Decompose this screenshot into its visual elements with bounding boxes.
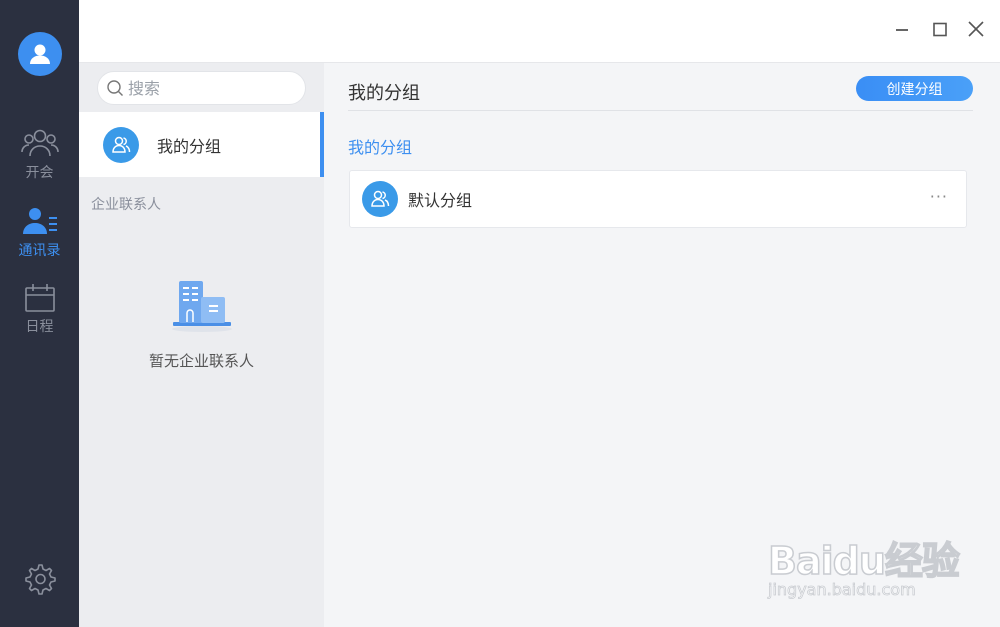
watermark-brand: Baidu经验: [767, 538, 960, 584]
more-options-icon[interactable]: ···: [930, 187, 948, 206]
section-title: 我的分组: [348, 138, 413, 157]
close-button[interactable]: [965, 18, 987, 40]
divider: [348, 110, 973, 111]
contacts-sidebar: 我的分组 企业联系人 暂无企业联系人: [79, 63, 324, 627]
minimize-icon: [896, 29, 908, 31]
nav-item-contacts[interactable]: 通讯录: [0, 205, 79, 260]
user-avatar[interactable]: [18, 32, 62, 76]
group-avatar: [362, 181, 398, 217]
group-avatar: [103, 126, 139, 163]
contacts-icon: [22, 208, 57, 234]
maximize-button[interactable]: [929, 18, 951, 40]
create-group-button[interactable]: 创建分组: [856, 76, 973, 101]
nav-item-contacts-label: 通讯录: [18, 243, 61, 259]
sidebar-item-label: 我的分组: [157, 136, 222, 156]
building-icon: [172, 281, 232, 332]
watermark-url: jingyan.baidu.com: [768, 580, 916, 600]
people-icon: [20, 129, 59, 157]
user-avatar-icon: [30, 44, 50, 64]
sidebar-item-my-groups[interactable]: 我的分组: [79, 112, 324, 177]
nav-rail: 开会 通讯录 日程: [0, 0, 79, 627]
page-title: 我的分组: [348, 83, 420, 104]
nav-item-meeting[interactable]: 开会: [0, 127, 79, 182]
close-icon: [968, 21, 984, 37]
nav-item-schedule[interactable]: 日程: [0, 283, 79, 336]
nav-item-schedule-label: 日程: [25, 319, 54, 335]
settings-button[interactable]: [22, 562, 56, 596]
search-input[interactable]: [128, 78, 298, 98]
maximize-icon: [933, 22, 947, 37]
calendar-icon: [24, 284, 55, 312]
nav-item-meeting-label: 开会: [25, 165, 54, 181]
gear-icon: [25, 564, 56, 595]
group-row-default[interactable]: 默认分组 ···: [349, 170, 967, 228]
search-icon: [107, 80, 123, 96]
search-box[interactable]: [97, 71, 306, 105]
group-icon: [371, 190, 390, 207]
section-label-enterprise-contacts: 企业联系人: [91, 197, 161, 213]
watermark: Baidu经验 jingyan.baidu.com: [767, 520, 968, 605]
minimize-button[interactable]: [891, 18, 913, 40]
group-name: 默认分组: [408, 191, 473, 210]
title-bar: [79, 0, 1000, 63]
group-icon: [112, 136, 131, 153]
empty-state-text: 暂无企业联系人: [148, 352, 254, 370]
